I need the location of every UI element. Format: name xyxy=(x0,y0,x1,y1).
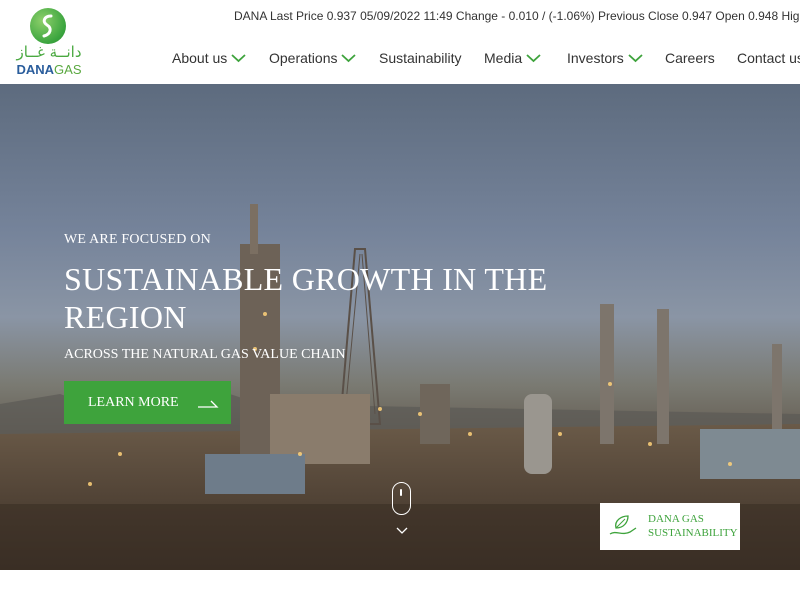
nav-media-label: Media xyxy=(484,50,523,66)
nav-sustainability[interactable]: Sustainability xyxy=(379,50,462,66)
hero-banner: WE ARE FOCUSED ON SUSTAINABLE GROWTH IN … xyxy=(0,84,800,570)
chevron-down-icon xyxy=(628,53,643,63)
nav-contact-us-label: Contact us xyxy=(737,50,800,66)
arrow-right-icon xyxy=(197,400,219,408)
sustainability-card[interactable]: DANA GAS SUSTAINABILITY xyxy=(600,503,740,550)
site-header: دانــة غــاز DANAGAS DANA Last Price 0.9… xyxy=(0,0,800,84)
hero-subtitle: ACROSS THE NATURAL GAS VALUE CHAIN xyxy=(64,347,346,362)
main-nav: About us Operations Sustainability Media… xyxy=(0,50,800,70)
chevron-down-icon xyxy=(231,53,246,63)
nav-about-us[interactable]: About us xyxy=(172,50,246,66)
chevron-down-icon xyxy=(341,53,357,63)
nav-operations[interactable]: Operations xyxy=(269,50,357,66)
hero-title: SUSTAINABLE GROWTH IN THE REGION xyxy=(64,261,548,335)
learn-more-label: LEARN MORE xyxy=(88,394,179,410)
nav-investors[interactable]: Investors xyxy=(567,50,643,66)
nav-about-us-label: About us xyxy=(172,50,228,66)
scroll-mouse-icon[interactable] xyxy=(392,482,411,515)
chevron-down-icon xyxy=(526,53,541,63)
hero-kicker: WE ARE FOCUSED ON xyxy=(64,232,211,247)
logo-emblem-icon xyxy=(30,8,66,44)
learn-more-button[interactable]: LEARN MORE xyxy=(64,381,231,424)
nav-contact-us[interactable]: Contact us xyxy=(737,50,800,66)
nav-sustainability-label: Sustainability xyxy=(379,50,462,66)
chevron-down-icon[interactable] xyxy=(396,527,408,535)
sustainability-card-line2: SUSTAINABILITY xyxy=(648,527,738,539)
nav-careers-label: Careers xyxy=(665,50,715,66)
nav-investors-label: Investors xyxy=(567,50,624,66)
nav-media[interactable]: Media xyxy=(484,50,541,66)
nav-operations-label: Operations xyxy=(269,50,338,66)
nav-careers[interactable]: Careers xyxy=(665,50,715,66)
hand-leaf-icon xyxy=(609,515,637,535)
stock-ticker: DANA Last Price 0.937 05/09/2022 11:49 C… xyxy=(234,9,800,23)
sustainability-card-line1: DANA GAS xyxy=(648,513,704,525)
